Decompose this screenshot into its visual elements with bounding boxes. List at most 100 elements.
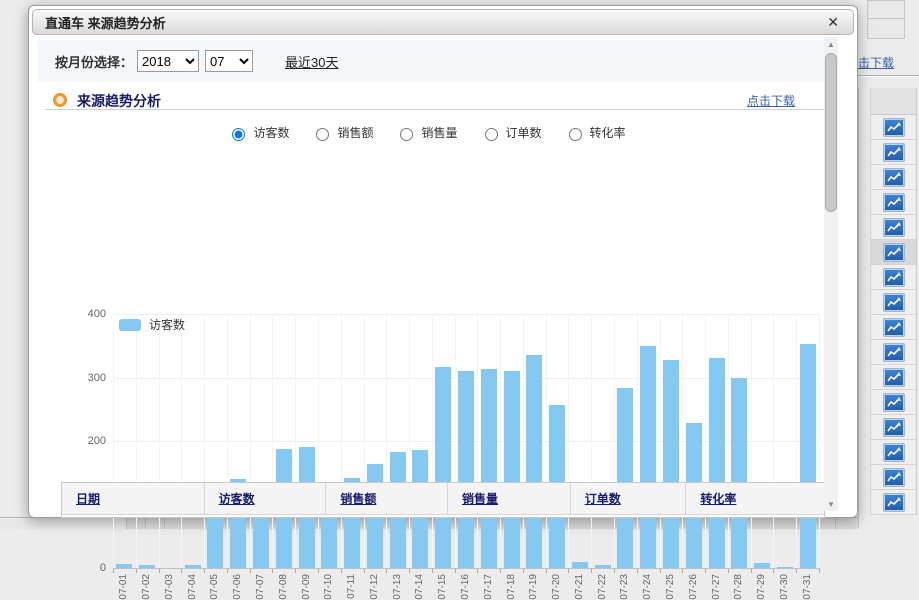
x-axis-label: 07-26 [688,574,714,585]
bar-07-16[interactable] [458,371,474,568]
x-axis-label: 07-25 [665,574,691,585]
x-axis-label: 07-21 [574,574,600,585]
metric-radio-group: 访客数 销售额 销售量 订单数 转化率 [29,124,824,141]
bar-07-15[interactable] [435,367,451,568]
radio-input[interactable] [400,128,413,141]
bg-table-row [870,365,917,390]
column-header-3[interactable]: 销售额 [326,483,448,514]
bar-07-19[interactable] [526,355,542,568]
trend-chart-icon[interactable] [883,168,905,187]
bar-07-25[interactable] [663,360,679,568]
metric-radio-1[interactable]: 访客数 [227,124,289,141]
trend-chart-icon[interactable] [883,418,905,437]
column-header-label: 订单数 [585,490,621,507]
close-icon[interactable]: ✕ [813,15,853,29]
download-link[interactable]: 点击下载 [747,92,795,109]
bg-table-row [870,190,917,215]
dialog-title: 直通车 来源趋势分析 [33,13,813,32]
section-title: 来源趋势分析 [77,91,161,111]
trend-chart-icon[interactable] [883,443,905,462]
bg-table-cell [867,18,905,39]
column-header-6[interactable]: 转化率 [686,483,824,514]
trend-chart-icon[interactable] [883,368,905,387]
bg-table-row [870,490,917,515]
trend-chart-icon[interactable] [883,318,905,337]
year-select[interactable]: 2018 [137,50,199,72]
metric-radio-4[interactable]: 订单数 [480,124,542,141]
bg-table-row [870,440,917,465]
metric-label: 销售量 [421,124,457,141]
scrollbar-thumb[interactable] [825,53,837,212]
metric-label: 销售额 [337,124,373,141]
trend-chart-icon[interactable] [883,118,905,137]
screen: { "modal": { "title": "直通车 来源趋势分析", "clo… [0,0,919,528]
trend-chart-icon[interactable] [883,193,905,212]
x-axis-label: 07-03 [164,574,190,585]
radio-input[interactable] [485,128,498,141]
column-header-1[interactable]: 日期 [62,483,205,514]
scroll-up-icon[interactable]: ▲ [824,37,838,51]
bg-table-row [870,165,917,190]
visitors-bar-chart: 010020030040007-0107-0207-0307-0407-0507… [29,156,839,476]
bg-divider [858,75,919,77]
bg-table-row [870,290,917,315]
x-axis [113,568,820,569]
bg-table-row [870,115,917,140]
trend-chart-icon[interactable] [883,143,905,162]
data-table: 日期访客数销售额销售量订单数 转化率 [61,482,825,518]
radio-input[interactable] [569,128,582,141]
month-select[interactable]: 07 [205,50,253,72]
y-axis-tick-label: 0 [66,562,106,574]
bg-table-row [870,340,917,365]
trend-chart-icon[interactable] [883,243,905,262]
metric-radio-3[interactable]: 销售量 [395,124,457,141]
trend-chart-icon[interactable] [883,268,905,287]
trend-chart-icon[interactable] [883,293,905,312]
x-axis-label: 07-24 [642,574,668,585]
radio-input[interactable] [232,128,245,141]
chart-legend: 访客数 [119,316,185,333]
bar-07-23[interactable] [617,388,633,568]
bar-07-05[interactable] [207,511,223,568]
x-axis-label: 07-02 [141,574,167,585]
y-axis-tick-label: 300 [66,372,106,384]
column-header-5[interactable]: 订单数 [571,483,687,514]
scroll-down-icon[interactable]: ▼ [824,497,838,511]
dialog-scrollbar[interactable]: ▲ ▼ [824,37,838,511]
bg-table-row [870,315,917,340]
bg-table-row [870,140,917,165]
x-axis-label: 07-12 [369,574,395,585]
bg-table-row [870,215,917,240]
bar-07-18[interactable] [504,371,520,568]
radio-input[interactable] [316,128,329,141]
bg-table-row [870,240,917,265]
metric-radio-5[interactable]: 转化率 [564,124,626,141]
column-header-2[interactable]: 访客数 [205,483,327,514]
x-axis-label: 07-07 [255,574,281,585]
bar-07-17[interactable] [481,369,497,568]
x-axis-label: 07-16 [460,574,486,585]
trend-chart-icon[interactable] [883,493,905,512]
month-filter-label: 按月份选择： [55,52,133,71]
bar-07-28[interactable] [731,378,747,568]
column-header-label: 转化率 [700,490,736,507]
metric-radio-2[interactable]: 销售额 [311,124,373,141]
dialog-titlebar[interactable]: 直通车 来源趋势分析 ✕ [32,9,854,35]
x-axis-label: 07-11 [346,574,371,585]
x-axis-label: 07-06 [232,574,258,585]
bar-07-31[interactable] [800,344,816,568]
column-header-4[interactable]: 销售量 [448,483,571,514]
bg-table-cell [867,0,905,19]
bg-table-row [870,390,917,415]
trend-chart-icon[interactable] [883,393,905,412]
bar-07-27[interactable] [709,358,725,568]
recent-30-days-link[interactable]: 最近30天 [285,52,338,71]
x-axis-label: 07-30 [779,574,805,585]
x-axis-label: 07-20 [551,574,577,585]
trend-chart-icon[interactable] [883,343,905,362]
bar-07-24[interactable] [640,346,656,568]
x-axis-label: 07-29 [756,574,782,585]
trend-chart-icon[interactable] [883,218,905,237]
trend-analysis-dialog: 直通车 来源趋势分析 ✕ 按月份选择： 2018 07 最近30天 来源趋势分析… [28,5,858,518]
trend-chart-icon[interactable] [883,468,905,487]
